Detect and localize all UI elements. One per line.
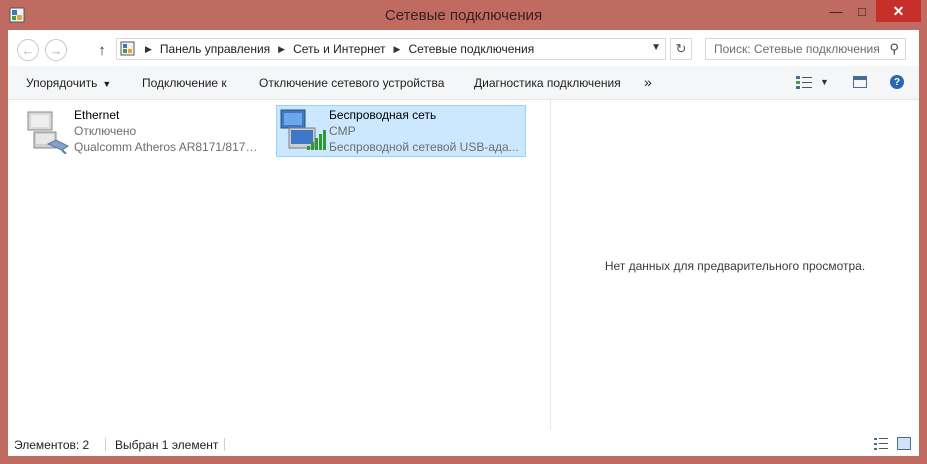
command-bar: Упорядочить ▼ Подключение к Отключение се… xyxy=(8,66,919,100)
more-commands-button[interactable]: » xyxy=(644,74,652,90)
connections-list: Ethernet Отключено Qualcomm Atheros AR81… xyxy=(8,100,550,430)
breadcrumb-network-connections[interactable]: Сетевые подключения xyxy=(408,42,534,56)
large-icons-view-icon[interactable] xyxy=(897,437,911,450)
minimize-button[interactable]: — xyxy=(823,0,849,22)
disable-device-button[interactable]: Отключение сетевого устройства xyxy=(259,76,444,90)
chevron-down-icon: ▼ xyxy=(820,77,829,87)
chevron-down-icon: ▼ xyxy=(102,79,112,89)
selected-count: Выбран 1 элемент xyxy=(115,438,219,452)
preview-empty-message: Нет данных для предварительного просмотр… xyxy=(604,259,866,273)
details-view-icon xyxy=(796,76,812,89)
status-bar: Элементов: 2 Выбран 1 элемент xyxy=(8,430,919,456)
chevron-down-icon[interactable]: ▼ xyxy=(651,42,661,53)
control-panel-icon xyxy=(120,41,135,56)
preview-pane-icon[interactable] xyxy=(853,76,867,88)
refresh-icon: ↻ xyxy=(675,41,687,56)
window-title: Сетевые подключения xyxy=(384,7,543,24)
connection-name: Беспроводная сеть xyxy=(329,108,437,122)
search-input[interactable] xyxy=(714,42,884,56)
arrow-up-icon: ↑ xyxy=(98,41,106,59)
change-view-button[interactable]: ▼ xyxy=(796,75,829,89)
connection-item-wireless[interactable]: Беспроводная сеть CMP Беспроводной сетев… xyxy=(276,105,526,157)
status-divider xyxy=(224,438,225,451)
refresh-button[interactable]: ↻ xyxy=(670,38,692,60)
close-button[interactable]: ✕ xyxy=(876,0,921,22)
wired-network-icon xyxy=(27,111,69,154)
back-button[interactable]: ← xyxy=(17,39,39,61)
organize-label: Упорядочить xyxy=(26,76,98,90)
breadcrumb-separator-icon[interactable]: ▶ xyxy=(278,44,285,55)
up-button[interactable]: ↑ xyxy=(94,39,110,61)
connection-device: Qualcomm Atheros AR8171/8175 ... xyxy=(74,140,264,154)
organize-menu[interactable]: Упорядочить ▼ xyxy=(26,76,111,90)
connection-text: Беспроводная сеть CMP Беспроводной сетев… xyxy=(329,106,519,156)
breadcrumb-control-panel[interactable]: Панель управления xyxy=(160,42,270,56)
connection-status: Отключено xyxy=(74,124,137,138)
details-view-icon[interactable] xyxy=(874,438,888,450)
wireless-network-icon xyxy=(280,109,326,150)
address-row: ← → ↑ ▶ Панель управления ▶ Сеть и Интер… xyxy=(8,30,919,66)
search-icon[interactable]: ⚲ xyxy=(889,41,899,57)
help-icon[interactable]: ? xyxy=(890,75,904,89)
breadcrumb-separator-icon[interactable]: ▶ xyxy=(145,44,152,55)
search-box[interactable]: ⚲ xyxy=(705,38,906,60)
breadcrumb-separator-icon[interactable]: ▶ xyxy=(394,44,401,55)
address-bar[interactable]: ▶ Панель управления ▶ Сеть и Интернет ▶ … xyxy=(116,38,666,60)
maximize-button[interactable]: □ xyxy=(849,0,875,22)
title-bar[interactable]: Сетевые подключения — □ ✕ xyxy=(0,0,927,30)
diagnose-button[interactable]: Диагностика подключения xyxy=(474,76,621,90)
connection-text: Ethernet Отключено Qualcomm Atheros AR81… xyxy=(74,106,264,156)
arrow-right-icon: → xyxy=(49,42,63,58)
status-divider xyxy=(105,438,106,451)
preview-pane: Нет данных для предварительного просмотр… xyxy=(550,100,919,430)
connection-item-ethernet[interactable]: Ethernet Отключено Qualcomm Atheros AR81… xyxy=(22,106,272,156)
explorer-window: Сетевые подключения — □ ✕ ← → ↑ ▶ Панель… xyxy=(0,0,927,464)
connection-name: Ethernet xyxy=(74,108,120,122)
connection-device: Беспроводной сетевой USB-ада... xyxy=(329,140,519,154)
item-count: Элементов: 2 xyxy=(14,438,90,452)
connect-to-button[interactable]: Подключение к xyxy=(142,76,227,90)
window-client: ← → ↑ ▶ Панель управления ▶ Сеть и Интер… xyxy=(8,30,919,456)
forward-button[interactable]: → xyxy=(45,39,67,61)
breadcrumb-network-internet[interactable]: Сеть и Интернет xyxy=(293,42,385,56)
arrow-left-icon: ← xyxy=(21,42,35,58)
connection-status: CMP xyxy=(329,124,356,138)
